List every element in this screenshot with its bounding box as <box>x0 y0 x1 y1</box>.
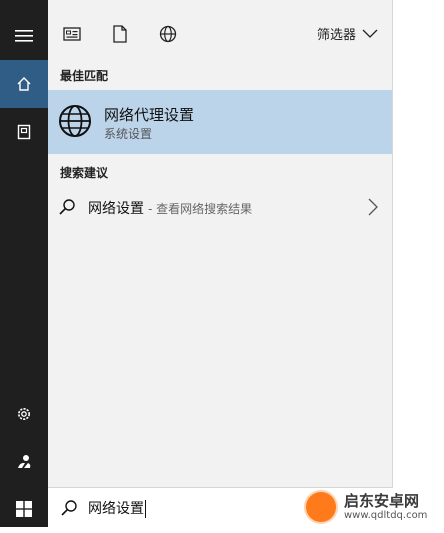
search-icon <box>61 500 77 516</box>
suggestion-item[interactable]: 网络设置 - 查看网络搜索结果 <box>48 189 392 225</box>
documents-filter-icon <box>113 25 127 43</box>
watermark-logo-icon <box>304 490 338 524</box>
chevron-down-icon <box>362 29 378 38</box>
apps-filter-button[interactable] <box>58 20 86 48</box>
web-filter-icon <box>159 25 177 43</box>
notebook-button[interactable] <box>0 108 48 156</box>
watermark-title: 启东安卓网 <box>344 492 420 511</box>
apps-filter-icon <box>63 27 81 41</box>
search-icon <box>59 199 75 215</box>
documents-filter-button[interactable] <box>106 20 134 48</box>
filter-toolbar: 筛选器 <box>48 0 392 62</box>
search-input[interactable]: 网络设置 <box>88 498 146 518</box>
chevron-right-icon <box>368 198 378 216</box>
site-watermark: 启东安卓网 www.qdltdq.com <box>304 487 444 527</box>
home-button[interactable] <box>0 60 48 108</box>
search-results-panel: 筛选器 最佳匹配 网络代理设置 系统设置 搜索建议 网络设置 - 查看网络搜索结果 <box>48 0 393 487</box>
suggestion-text: 网络设置 - 查看网络搜索结果 <box>88 198 252 218</box>
settings-icon <box>18 408 30 420</box>
filter-label: 筛选器 <box>316 28 356 43</box>
best-match-title: 网络代理设置 <box>104 106 195 124</box>
filter-dropdown[interactable]: 筛选器 <box>317 24 378 43</box>
suggestion-hint: - 查看网络搜索结果 <box>148 202 253 216</box>
settings-button[interactable] <box>0 390 48 438</box>
web-filter-button[interactable] <box>154 20 182 48</box>
best-match-heading: 最佳匹配 <box>60 69 109 83</box>
best-match-result[interactable]: 网络代理设置 系统设置 <box>48 90 392 154</box>
windows-icon <box>16 501 32 517</box>
globe-icon <box>59 105 91 137</box>
text-caret <box>145 500 146 518</box>
menu-icon <box>15 30 33 42</box>
search-query-text: 网络设置 <box>88 501 144 517</box>
menu-button[interactable] <box>0 12 48 60</box>
best-match-subtitle: 系统设置 <box>104 127 153 141</box>
user-icon <box>18 455 31 468</box>
notebook-icon <box>17 124 31 140</box>
home-icon <box>17 77 31 91</box>
watermark-url: www.qdltdq.com <box>344 509 428 521</box>
start-button[interactable] <box>0 485 48 533</box>
user-button[interactable] <box>0 438 48 486</box>
start-rail <box>0 0 48 527</box>
background-area <box>393 0 444 527</box>
watermark-text: 启东安卓网 www.qdltdq.com <box>344 493 427 521</box>
suggestion-query: 网络设置 <box>88 201 144 217</box>
suggestions-heading: 搜索建议 <box>60 166 109 180</box>
